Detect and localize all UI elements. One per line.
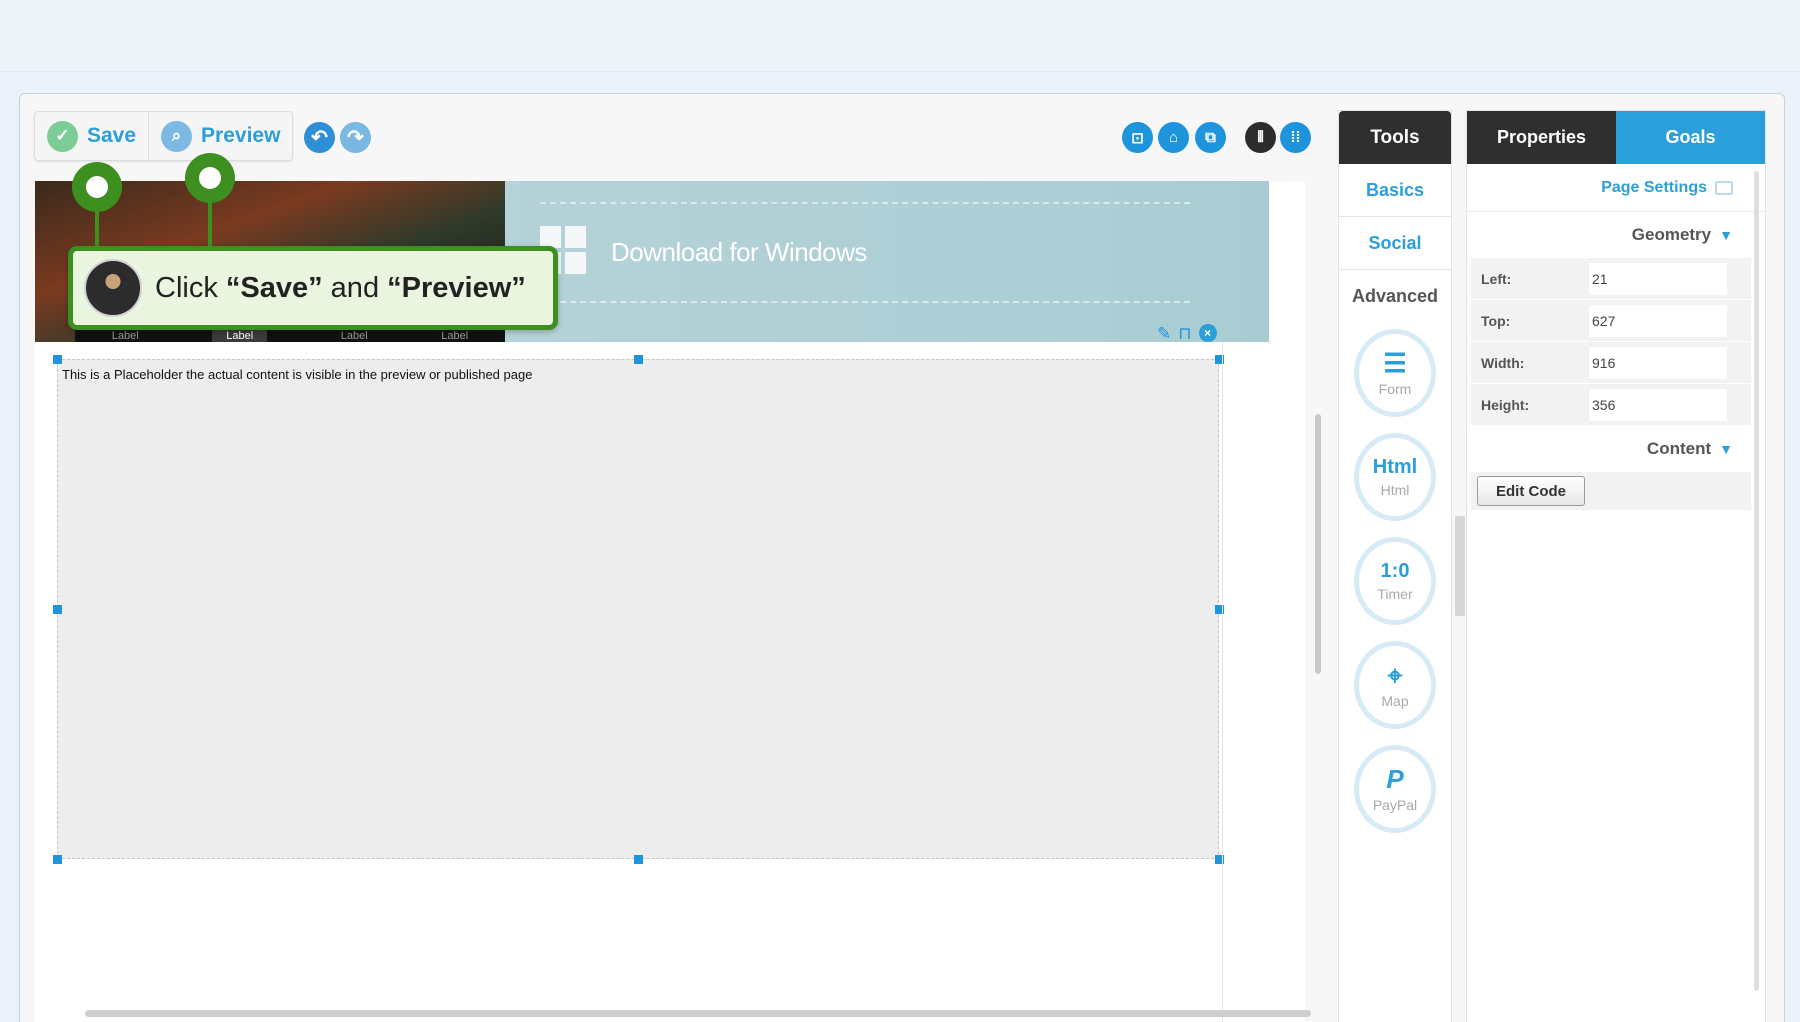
save-step-marker [72,162,122,212]
resize-handle[interactable] [53,855,62,864]
chevron-down-icon: ▼ [1719,227,1733,243]
html-icon: Html [1372,455,1418,478]
prop-row-height: Height: [1471,384,1751,426]
pin-element-icon[interactable]: ⊡ [1122,122,1153,153]
timer-icon: 1:0 [1380,559,1410,582]
edit-code-button[interactable]: Edit Code [1477,476,1585,506]
resize-handle[interactable] [53,355,62,364]
tool-label: Form [1378,380,1412,397]
save-button[interactable]: ✓ Save [35,112,148,160]
page-settings-link[interactable]: Page Settings [1467,164,1765,212]
save-preview-group: ✓ Save ⌕ Preview [34,111,294,161]
photo-tab: Label [340,330,368,342]
prop-label: Width: [1481,354,1525,371]
callout-preview: “Preview” [387,271,526,304]
prop-label: Left: [1481,270,1512,287]
redo-icon[interactable]: ↷ [340,122,371,153]
photo-tabs: Label Label Label Label [75,330,505,342]
prop-label: Top: [1481,312,1511,329]
browser-top-band [0,0,1800,72]
callout-middle: and [322,271,388,304]
tab-advanced[interactable]: Advanced [1339,270,1451,323]
resize-handle[interactable] [634,355,643,364]
placeholder-text: This is a Placeholder the actual content… [62,367,533,382]
canvas-vertical-scrollbar[interactable] [1315,414,1321,674]
tool-label: Map [1381,692,1409,709]
tab-goals[interactable]: Goals [1616,111,1765,164]
tool-form[interactable]: ☰ Form [1354,329,1436,417]
marker-stem [208,200,212,250]
height-input[interactable] [1589,388,1727,421]
tools-panel: Tools Basics Social Advanced ☰ Form Html… [1338,110,1452,1022]
photo-tab: Label [111,330,139,342]
resize-handle[interactable] [634,855,643,864]
callout-text: Click “Save” and “Preview” [155,272,526,305]
edit-code-row: Edit Code [1471,472,1751,510]
tools-panel-title: Tools [1339,111,1451,164]
tool-label: Html [1380,481,1410,498]
download-windows-text: Download for Windows [611,237,867,267]
photo-tab: Label [441,330,469,342]
element-mini-toolbar: ✎ ⊓ × [1157,324,1217,344]
list-icon: ☰ [1383,347,1407,378]
prop-row-width: Width: [1471,342,1751,384]
preview-button[interactable]: ⌕ Preview [148,112,292,160]
top-input[interactable] [1589,304,1727,337]
panel-collapse-handle[interactable] [1455,516,1465,616]
tool-paypal[interactable]: P PayPal [1354,745,1436,833]
tool-html[interactable]: Html Html [1354,433,1436,521]
tab-properties[interactable]: Properties [1467,111,1616,164]
duplicate-element-icon[interactable]: ⧉ [1195,122,1226,153]
geometry-label: Geometry [1631,225,1712,244]
tool-timer[interactable]: 1:0 Timer [1354,537,1436,625]
width-input[interactable] [1589,346,1727,379]
content-label: Content [1646,439,1712,458]
dashed-divider [540,301,1190,303]
preview-label: Preview [201,124,281,147]
properties-panel: Properties Goals Page Settings Geometry … [1466,110,1766,1022]
save-label: Save [87,124,137,147]
paypal-icon: P [1386,763,1404,794]
undo-icon[interactable]: ↶ [304,122,335,153]
avatar [84,259,142,317]
prop-label: Height: [1481,396,1530,413]
dashed-divider [540,202,1190,204]
columns-icon[interactable]: ⦀ [1245,122,1276,153]
chevron-down-icon: ▼ [1719,441,1733,457]
magnifier-icon: ⌕ [161,120,193,152]
left-input[interactable] [1589,262,1727,295]
prop-row-left: Left: [1471,258,1751,300]
properties-scrollbar[interactable] [1754,171,1759,991]
grid-icon[interactable]: ⁞⁞ [1280,122,1311,153]
tool-label: Timer [1377,585,1413,602]
lock-element-icon[interactable]: ⌂ [1158,122,1189,153]
page-editor: ✓ Save ⌕ Preview ↶ ↷ ⊡ ⌂ ⧉ ⦀ ⁞⁞ Label La… [19,93,1785,1022]
preview-step-marker [185,153,235,203]
canvas-horizontal-scrollbar[interactable] [85,1010,1311,1017]
page-settings-label: Page Settings [1601,178,1707,196]
resize-handle[interactable] [53,605,62,614]
checkmark-icon: ✓ [47,120,78,152]
content-section-header[interactable]: Content ▼ [1467,426,1765,472]
marker-stem [95,206,99,250]
html-placeholder-element[interactable]: This is a Placeholder the actual content… [57,359,1219,859]
properties-tabs: Properties Goals [1467,111,1765,164]
canvas-guide-line [1222,342,1223,1022]
tab-social[interactable]: Social [1339,217,1451,270]
close-icon[interactable]: × [1198,324,1217,342]
tool-map[interactable]: ⌖ Map [1354,641,1436,729]
callout-save: “Save” [225,271,323,304]
map-icon: ⌖ [1387,659,1403,690]
callout-prefix: Click [155,271,226,304]
unlock-icon[interactable]: ⊓ [1178,324,1191,344]
pencil-icon[interactable]: ✎ [1157,324,1171,344]
monitor-icon [1715,180,1733,195]
prop-row-top: Top: [1471,300,1751,342]
tutorial-callout: Click “Save” and “Preview” [68,246,558,330]
geometry-section-header[interactable]: Geometry ▼ [1467,212,1765,258]
photo-tab: Label [212,330,268,342]
tool-label: PayPal [1372,796,1418,813]
tab-basics[interactable]: Basics [1339,164,1451,217]
